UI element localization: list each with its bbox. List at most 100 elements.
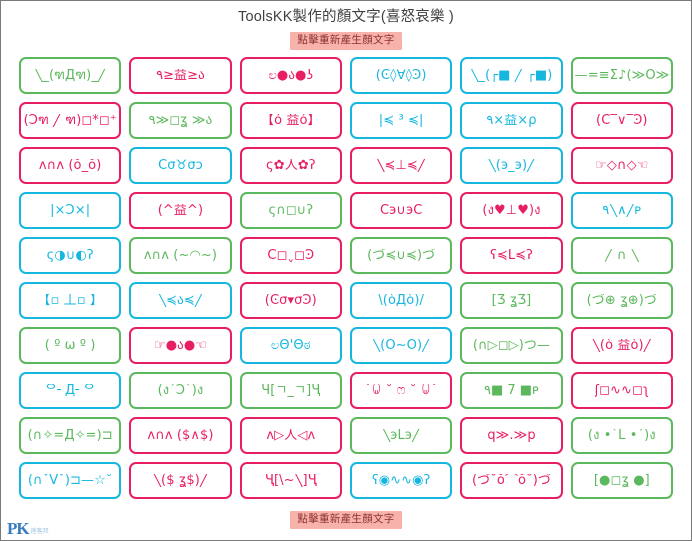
- kaomoji-card[interactable]: (づ⊕ ʓ⊕)づ: [570, 281, 673, 319]
- kaomoji-card[interactable]: q≫.≫p: [460, 416, 563, 454]
- kaomoji-card[interactable]: Ҷ[\~╲]Ҷ: [239, 461, 342, 499]
- kaomoji-card[interactable]: ╲эĹэ╱: [350, 416, 453, 454]
- kaomoji-card[interactable]: |×Ɔ×|: [19, 191, 122, 229]
- kaomoji-text: (∩✧=Д✧=)⊐: [27, 428, 113, 443]
- kaomoji-text: ☞●ა●☜: [153, 338, 208, 353]
- kaomoji-card[interactable]: Ч[ㄱ_ㄱ]Ҷ: [239, 371, 342, 409]
- kaomoji-text: ╱ ∩ ╲: [604, 248, 639, 263]
- kaomoji-card[interactable]: ╲≼ა≼╱: [129, 281, 232, 319]
- kaomoji-card[interactable]: ʌ∩ʌ ($∧$): [129, 416, 232, 454]
- kaomoji-card[interactable]: ╲($ ʓ$)╱: [129, 461, 232, 499]
- kaomoji-text: ʌ∩ʌ ($∧$): [147, 428, 214, 443]
- kaomoji-text: [Ʒ ʓƷ]: [491, 293, 532, 308]
- kaomoji-card[interactable]: (∩▷◻▷)つ—: [460, 326, 563, 364]
- kaomoji-card[interactable]: (づ≼∪≼)づ: [350, 236, 453, 274]
- kaomoji-card[interactable]: ʃ◻∿∿◻ʅ: [570, 371, 673, 409]
- kaomoji-card[interactable]: |≼ ³ ≼|: [350, 101, 453, 139]
- kaomoji-card[interactable]: (Ɔฑ ╱ ฑ)◻*◻⁺: [19, 101, 122, 139]
- kaomoji-card[interactable]: ʌ▷人◁ʌ: [239, 416, 342, 454]
- kaomoji-card[interactable]: [●◻ʓ ●]: [570, 461, 673, 499]
- kaomoji-text: (づ⊕ ʓ⊕)づ: [586, 293, 658, 308]
- kaomoji-card[interactable]: ʕ◉∿∿◉ʔ: [350, 461, 453, 499]
- kaomoji-card[interactable]: ╲(ò 益ò)╱: [570, 326, 673, 364]
- kaomoji-card[interactable]: Ϲ◻ˬ◻Ͽ: [239, 236, 342, 274]
- kaomoji-text: ╲($ ʓ$)╱: [153, 473, 208, 488]
- kaomoji-card[interactable]: ς✿人✿ʔ: [239, 146, 342, 184]
- kaomoji-text: ٩╲∧╱ᴘ: [602, 203, 642, 218]
- kaomoji-text: ٩≫◻ʓ ≫ა: [148, 113, 213, 128]
- kaomoji-card[interactable]: \(òДò)/: [350, 281, 453, 319]
- page-title: ToolsKK製作的顏文字(喜怒哀樂 ): [238, 9, 454, 25]
- kaomoji-text: ╲эĹэ╱: [382, 428, 420, 443]
- kaomoji-card[interactable]: ╲_(┌■ ╱ ┌■): [460, 56, 563, 94]
- kaomoji-text: ╲(э_э)╱: [487, 158, 536, 173]
- kaomoji-card[interactable]: ٩■ 7 ■ᴘ: [460, 371, 563, 409]
- kaomoji-text: ╲(Ō∼Ō)╱: [372, 338, 431, 353]
- kaomoji-text: ٩■ 7 ■ᴘ: [483, 383, 539, 398]
- kaomoji-card[interactable]: ╲≼⊥≼╱: [350, 146, 453, 184]
- kaomoji-card[interactable]: ʌ∩ʌ (ŏ_ŏ): [19, 146, 122, 184]
- kaomoji-card[interactable]: (Ϲ‾∨‾Ͽ): [570, 101, 673, 139]
- kaomoji-card[interactable]: ς◑∪◐ʔ: [19, 236, 122, 274]
- kaomoji-card[interactable]: (ง •`Ĺ •´)ง: [570, 416, 673, 454]
- kaomoji-card[interactable]: Ϲσ♉σͻ: [129, 146, 232, 184]
- kaomoji-card[interactable]: ( º ω º ): [19, 326, 122, 364]
- kaomoji-card[interactable]: (Ͼσ▾σϿ): [239, 281, 342, 319]
- kaomoji-card[interactable]: ╲_(ฑДฑ)_╱: [19, 56, 122, 94]
- kaomoji-card[interactable]: (Ͼ◊∀◊Ͽ): [350, 56, 453, 94]
- kaomoji-text: ʌ∩ʌ (ŏ_ŏ): [38, 158, 102, 173]
- kaomoji-text: Ϲэ∪эϹ: [379, 203, 423, 218]
- kaomoji-text: (Ϲ‾∨‾Ͽ): [596, 113, 648, 128]
- kaomoji-text: (^益^): [157, 203, 204, 218]
- kaomoji-text: ʌ∩ʌ (~◠~): [143, 248, 218, 263]
- kaomoji-text: ᄋ╴Д╴ᄋ: [45, 383, 96, 398]
- kaomoji-card[interactable]: ᄋ╴Д╴ᄋ: [19, 371, 122, 409]
- kaomoji-card[interactable]: 【▫ 丄▫ 】: [19, 281, 122, 319]
- kaomoji-text: (Ͼ◊∀◊Ͽ): [375, 68, 427, 83]
- kaomoji-card[interactable]: ʌ∩ʌ (~◠~): [129, 236, 232, 274]
- kaomoji-card[interactable]: ╲(Ō∼Ō)╱: [350, 326, 453, 364]
- kaomoji-card[interactable]: ☞●ა●☜: [129, 326, 232, 364]
- kaomoji-card[interactable]: ಲΘ'Θಠ: [239, 326, 342, 364]
- kaomoji-card[interactable]: (づ˘ŏ⌒ŏ˘)づ: [460, 461, 563, 499]
- kaomoji-text: (ง♥⊥♥)ง: [482, 203, 541, 218]
- kaomoji-card[interactable]: (∩ˇV̌ˇ)⊐—☆˚: [19, 461, 122, 499]
- kaomoji-grid: ╲_(ฑДฑ)_╱ ٩≥益≥ა ಲ●ა●ʖ (Ͼ◊∀◊Ͽ) ╲_(┌■ ╱ ┌■) —=≡…: [19, 56, 673, 499]
- kaomoji-card[interactable]: ಲ●ა●ʖ: [239, 56, 342, 94]
- kaomoji-card[interactable]: ʕ≼Ĺ≼ʔ: [460, 236, 563, 274]
- kaomoji-card[interactable]: ˙ꐑ ˚ ෆ ˚ ꐑ˙: [350, 371, 453, 409]
- kaomoji-text: (ง´Ɔ`)ง: [157, 383, 204, 398]
- footer-button-row: 點擊重新產生顏文字: [1, 506, 691, 530]
- kaomoji-text: 【ó 益ó】: [261, 113, 321, 128]
- kaomoji-card[interactable]: [Ʒ ʓƷ]: [460, 281, 563, 319]
- kaomoji-text: [●◻ʓ ●]: [593, 473, 650, 488]
- kaomoji-card[interactable]: ╲(э_э)╱: [460, 146, 563, 184]
- kaomoji-text: ╲≼⊥≼╱: [376, 158, 426, 173]
- kaomoji-text: |≼ ³ ≼|: [378, 113, 424, 128]
- kaomoji-card[interactable]: (∩✧=Д✧=)⊐: [19, 416, 122, 454]
- kaomoji-generator-page: ToolsKK製作的顏文字(喜怒哀樂 ) 點擊重新產生顏文字 ╲_(ฑДฑ)_╱…: [0, 0, 692, 541]
- kaomoji-card[interactable]: (ง´Ɔ`)ง: [129, 371, 232, 409]
- kaomoji-text: ( º ω º ): [44, 338, 96, 353]
- kaomoji-card[interactable]: (^益^): [129, 191, 232, 229]
- kaomoji-card[interactable]: ٩≥益≥ა: [129, 56, 232, 94]
- kaomoji-card[interactable]: ٩≫◻ʓ ≫ა: [129, 101, 232, 139]
- kaomoji-text: ಲ●ა●ʖ: [268, 68, 314, 83]
- kaomoji-card[interactable]: (ง♥⊥♥)ง: [460, 191, 563, 229]
- kaomoji-card[interactable]: ٩╲∧╱ᴘ: [570, 191, 673, 229]
- kaomoji-card[interactable]: 【ó 益ó】: [239, 101, 342, 139]
- kaomoji-text: ς✿人✿ʔ: [266, 158, 316, 173]
- regenerate-top-button[interactable]: 點擊重新產生顏文字: [290, 31, 402, 50]
- kaomoji-card[interactable]: ۹×益×ρ: [460, 101, 563, 139]
- kaomoji-card[interactable]: ╱ ∩ ╲: [570, 236, 673, 274]
- kaomoji-card[interactable]: Ϲэ∪эϹ: [350, 191, 453, 229]
- kaomoji-card[interactable]: ☞◇∩◇☜: [570, 146, 673, 184]
- kaomoji-text: (∩▷◻▷)つ—: [472, 338, 551, 353]
- kaomoji-text: Ҷ[\~╲]Ҷ: [264, 473, 317, 488]
- kaomoji-card[interactable]: —=≡Σ♪(≫Ô≫: [570, 56, 673, 94]
- kaomoji-text: ☞◇∩◇☜: [595, 158, 649, 173]
- kaomoji-text: ╲_(┌■ ╱ ┌■): [470, 68, 553, 83]
- kaomoji-text: ٩≥益≥ა: [156, 68, 205, 83]
- kaomoji-card[interactable]: ς∩◻∪ʔ: [239, 191, 342, 229]
- regenerate-bottom-button[interactable]: 點擊重新產生顏文字: [290, 510, 402, 530]
